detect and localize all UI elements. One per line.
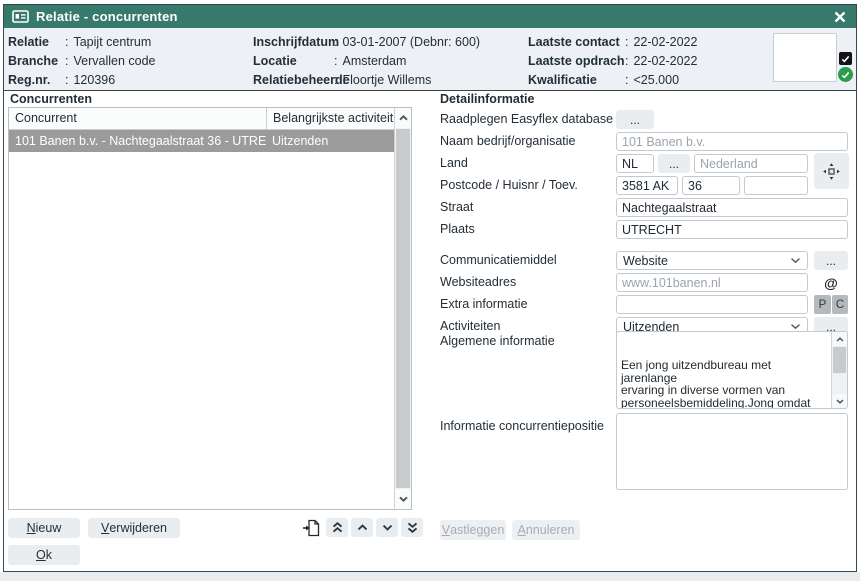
chevron-up-icon: [399, 115, 408, 121]
double-chevron-down-icon: [407, 522, 418, 533]
relation-summary-bar: Relatie:Tapijt centrum Branche:Vervallen…: [4, 28, 856, 91]
column-header-concurrent[interactable]: Concurrent: [9, 108, 266, 129]
annuleren-button[interactable]: Annuleren: [512, 520, 580, 540]
toevoeging-input[interactable]: [744, 176, 808, 195]
websiteadres-input: [616, 273, 808, 292]
move-down-button[interactable]: [376, 518, 398, 537]
algemene-informatie-label: Algemene informatie: [440, 332, 555, 351]
vastleggen-button[interactable]: Vastleggen: [440, 520, 506, 540]
communicatiemiddel-browse-button[interactable]: ...: [814, 251, 848, 270]
extra-informatie-label: Extra informatie: [440, 295, 528, 314]
land-browse-button[interactable]: ...: [658, 154, 690, 173]
naam-input: [616, 132, 848, 151]
extra-informatie-input[interactable]: [616, 295, 808, 314]
scroll-down-button[interactable]: [832, 394, 847, 408]
column-header-activiteit[interactable]: Belangrijkste activiteit: [266, 108, 394, 129]
table-header-row: Concurrent Belangrijkste activiteit: [9, 108, 394, 130]
communicatiemiddel-select[interactable]: Website: [616, 251, 808, 270]
detail-section-title: Detailinformatie: [440, 92, 534, 107]
communicatiemiddel-label: Communicatiemiddel: [440, 251, 557, 270]
c-button[interactable]: C: [832, 295, 848, 314]
cell-concurrent: 101 Banen b.v. - Nachtegaalstraat 36 - U…: [9, 130, 266, 152]
summary-column-middle: Inschrijfdatum:03-01-2007 (Debnr: 600) L…: [253, 33, 480, 90]
summary-field: Laatste contact:22-02-2022: [528, 33, 697, 52]
chevron-down-icon: [836, 399, 844, 404]
open-website-button[interactable]: @: [814, 273, 848, 292]
verwijderen-button[interactable]: Verwijderen: [88, 518, 180, 538]
move-top-button[interactable]: [326, 518, 348, 537]
land-naam-input: [694, 154, 808, 173]
summary-field: Relatiebeheerde:Floortje Willems: [253, 71, 480, 90]
summary-column-left: Relatie:Tapijt centrum Branche:Vervallen…: [8, 33, 156, 90]
naam-label: Naam bedrijf/organisatie: [440, 132, 576, 151]
close-icon: [834, 11, 846, 23]
desktop-background: [0, 572, 860, 581]
map-locate-button[interactable]: [814, 153, 849, 189]
scroll-thumb[interactable]: [396, 129, 410, 488]
goto-record-button[interactable]: [301, 518, 322, 538]
postcode-input[interactable]: [616, 176, 678, 195]
adres-label: Postcode / Huisnr / Toev.: [440, 176, 578, 195]
title-bar: Relatie - concurrenten: [4, 5, 856, 28]
summary-field: Branche:Vervallen code: [8, 52, 156, 71]
plaats-label: Plaats: [440, 220, 475, 239]
summary-field: Locatie:Amsterdam: [253, 52, 480, 71]
nieuw-button[interactable]: Nieuw: [8, 518, 80, 538]
table-row[interactable]: 101 Banen b.v. - Nachtegaalstraat 36 - U…: [9, 130, 394, 152]
check-icon: [841, 55, 850, 63]
easyflex-label: Raadplegen Easyflex database: [440, 110, 613, 129]
summary-field: Relatie:Tapijt centrum: [8, 33, 156, 52]
algemene-informatie-textarea[interactable]: Een jong uitzendbureau met jarenlange er…: [616, 331, 848, 409]
approved-badge-icon: [838, 67, 853, 82]
huisnr-input[interactable]: [682, 176, 740, 195]
easyflex-browse-button[interactable]: ...: [616, 110, 654, 129]
chevron-down-icon: [399, 496, 408, 502]
document-arrow-icon: [302, 519, 321, 537]
chevron-down-icon: [790, 323, 801, 330]
concurrenten-table: Concurrent Belangrijkste activiteit 101 …: [8, 107, 412, 510]
textarea-scrollbar[interactable]: [831, 332, 847, 408]
list-scrollbar[interactable]: [394, 108, 411, 509]
cell-activiteit: Uitzenden: [266, 130, 394, 152]
at-icon: @: [824, 275, 838, 291]
summary-field: Reg.nr.:120396: [8, 71, 156, 90]
summary-column-right: Laatste contact:22-02-2022 Laatste opdra…: [528, 33, 697, 90]
scroll-up-button[interactable]: [832, 332, 847, 346]
straat-input[interactable]: [616, 198, 848, 217]
status-checkbox[interactable]: [839, 52, 852, 65]
list-section-title: Concurrenten: [10, 92, 92, 107]
plaats-input[interactable]: [616, 220, 848, 239]
land-label: Land: [440, 154, 468, 173]
straat-label: Straat: [440, 198, 473, 217]
move-crosshair-icon: [822, 162, 841, 181]
concurrentiepositie-textarea[interactable]: [616, 413, 848, 490]
move-up-button[interactable]: [351, 518, 373, 537]
scroll-thumb[interactable]: [833, 347, 846, 373]
move-bottom-button[interactable]: [401, 518, 423, 537]
photo-placeholder: [773, 33, 837, 82]
p-button[interactable]: P: [814, 295, 831, 314]
ok-button[interactable]: Ok: [8, 545, 80, 565]
concurrentiepositie-label: Informatie concurrentiepositie: [440, 417, 604, 436]
window-title: Relatie - concurrenten: [36, 9, 825, 24]
summary-field: Laatste opdrach:22-02-2022: [528, 52, 697, 71]
land-code-input[interactable]: [616, 154, 654, 173]
contact-card-icon: [12, 10, 29, 23]
summary-field: Kwalificatie:<25.000: [528, 71, 697, 90]
scroll-down-button[interactable]: [395, 489, 411, 509]
scroll-up-button[interactable]: [395, 108, 411, 128]
chevron-up-icon: [836, 337, 844, 342]
summary-field: Inschrijfdatum:03-01-2007 (Debnr: 600): [253, 33, 480, 52]
close-button[interactable]: [832, 9, 848, 25]
chevron-up-icon: [357, 524, 368, 531]
websiteadres-label: Websiteadres: [440, 273, 516, 292]
dialog-window: Relatie - concurrenten Relatie:Tapijt ce…: [3, 4, 857, 572]
double-chevron-up-icon: [332, 522, 343, 533]
chevron-down-icon: [382, 524, 393, 531]
chevron-down-icon: [790, 257, 801, 264]
